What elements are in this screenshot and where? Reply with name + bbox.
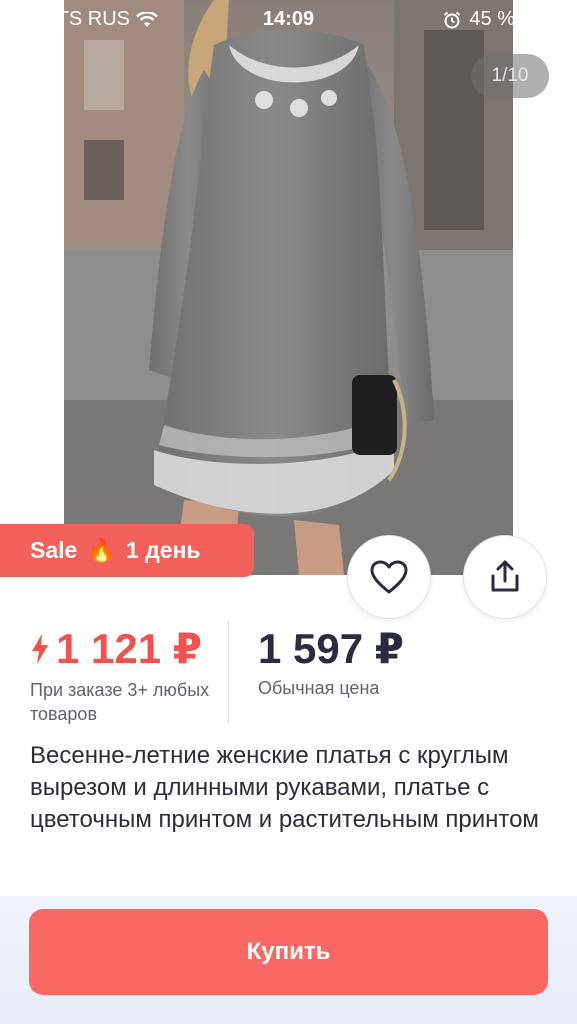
sale-label: Sale: [30, 537, 78, 563]
sale-badge: Sale 🔥 1 день: [0, 524, 254, 577]
buy-button[interactable]: Купить: [29, 909, 548, 995]
back-button[interactable]: [10, 52, 50, 98]
share-button[interactable]: [463, 535, 547, 619]
lightning-icon: [32, 633, 48, 664]
status-bar: MTS RUS 14:09 45 %: [0, 0, 577, 38]
heart-icon: [370, 560, 408, 594]
sale-condition: При заказе 3+ любых товаров: [30, 680, 210, 724]
share-icon: [491, 560, 519, 592]
regular-price-label: Обычная цена: [258, 678, 380, 698]
status-right: 45 %: [443, 8, 569, 31]
battery-level: [527, 13, 542, 26]
image-counter: 1/10: [471, 54, 549, 98]
price-divider: [228, 620, 229, 724]
fire-icon: 🔥: [87, 537, 116, 563]
sale-price-value: 1 121 ₽: [56, 625, 202, 672]
product-title: Весенне-летние женские платья с круглым …: [30, 742, 539, 833]
alarm-icon: [444, 11, 461, 28]
price-block: 1 121 ₽ При заказе 3+ любых товаров 1 59…: [0, 620, 577, 730]
sale-price: 1 121 ₽: [30, 624, 202, 673]
sale-duration: 1 день: [125, 537, 201, 563]
battery-percent: 45 %: [469, 8, 515, 30]
product-image[interactable]: [64, 0, 513, 575]
favorite-button[interactable]: [347, 535, 431, 619]
regular-price: 1 597 ₽: [258, 625, 404, 672]
chevron-left-icon: [21, 57, 40, 93]
battery-icon: [523, 9, 569, 30]
